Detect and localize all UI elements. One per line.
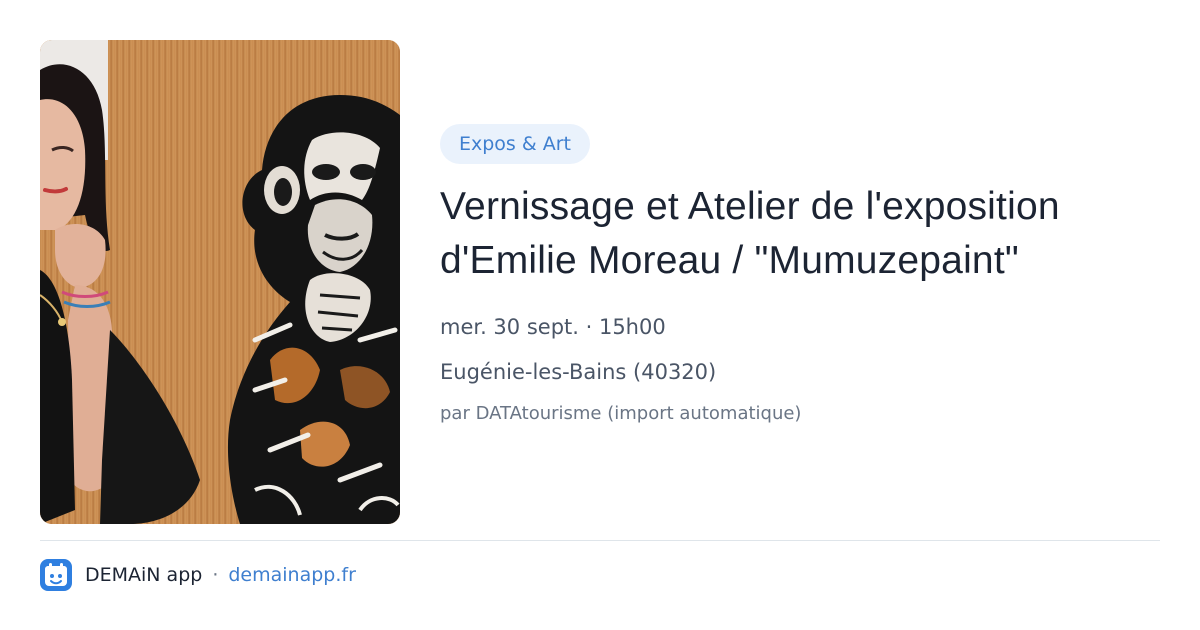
- footer-separator: ·: [212, 564, 219, 586]
- footer: DEMAiN app · demainapp.fr: [40, 558, 356, 592]
- demain-app-logo-icon[interactable]: [40, 559, 72, 591]
- event-location: Eugénie-les-Bains (40320): [440, 360, 717, 384]
- event-share-card: Expos & Art Vernissage et Atelier de l'e…: [0, 0, 1200, 630]
- event-photo[interactable]: [40, 40, 400, 524]
- event-title[interactable]: Vernissage et Atelier de l'exposition d'…: [440, 180, 1180, 288]
- event-photo-artwork: [40, 40, 400, 524]
- footer-divider: [40, 540, 1160, 541]
- event-source: par DATAtourisme (import automatique): [440, 403, 802, 424]
- app-domain-link[interactable]: demainapp.fr: [228, 564, 356, 586]
- category-badge[interactable]: Expos & Art: [440, 124, 590, 164]
- app-name: DEMAiN app: [85, 564, 203, 586]
- event-datetime: mer. 30 sept. · 15h00: [440, 315, 666, 339]
